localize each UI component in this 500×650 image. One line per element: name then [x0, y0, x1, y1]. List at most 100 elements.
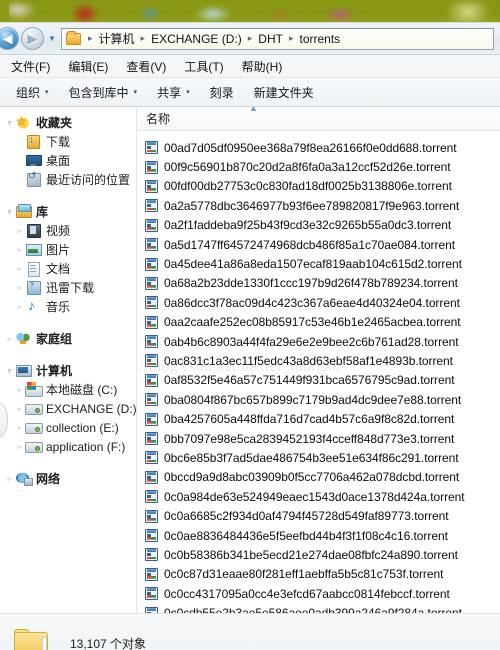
sidebar-item-favorites[interactable]: ▿ 收藏夹 — [0, 113, 137, 132]
file-row[interactable]: 0a68a2b23dde1330f1ccc197b9d26f478b789234… — [137, 274, 500, 293]
expander-closed-icon[interactable]: ▹ — [14, 443, 25, 451]
sidebar-item-label: application (F:) — [46, 439, 126, 454]
sidebar-item-computer[interactable]: ▿ 计算机 — [0, 361, 137, 380]
file-row[interactable]: 0aa2caafe252ec08b85917c53e46b1e2465acbea… — [137, 313, 500, 332]
sidebar-item-label: 最近访问的位置 — [46, 173, 131, 187]
sidebar-item-label: 桌面 — [46, 154, 71, 168]
menu-item-view[interactable]: 查看(V) — [117, 56, 175, 77]
column-header-name[interactable]: 名称 — [137, 110, 170, 127]
sidebar-item-documents[interactable]: ▹ 文档 — [0, 259, 137, 278]
file-row[interactable]: 0bc6e85b3f7ad5dae486754b3ee51e634f86c291… — [137, 448, 500, 467]
file-row[interactable]: 0ac831c1a3ec11f5edc43a8d63ebf58af1e4893b… — [137, 351, 500, 370]
sidebar-item-label: 音乐 — [46, 300, 71, 314]
file-row[interactable]: 0c0ae8836484436e5f5eefbd44b4f3f1f08c4c16… — [137, 526, 500, 545]
file-row[interactable]: 0c0c87d31eaae80f281eff1aebffa5b5c81c753f… — [137, 565, 500, 584]
toolbar-organize-button[interactable]: 组织 ▾ — [6, 81, 59, 104]
menu-item-help[interactable]: 帮助(H) — [233, 56, 292, 77]
sidebar-item-music[interactable]: ▹ 音乐 — [0, 297, 137, 316]
sidebar-item-local-disk-c[interactable]: ▹ 本地磁盘 (C:) — [0, 380, 137, 399]
toolbar-share-button[interactable]: 共享 ▾ — [147, 81, 200, 104]
history-dropdown-button[interactable]: ▼ — [46, 30, 58, 48]
breadcrumb-item-computer[interactable]: 计算机 — [98, 30, 136, 47]
sidebar-item-label: 下载 — [46, 135, 71, 149]
sidebar-item-exchange-d[interactable]: ▹ EXCHANGE (D:) — [0, 399, 137, 418]
video-icon — [25, 223, 42, 238]
file-row[interactable]: 0ba4257605a448ffda716d7cad4b57c6a9f8c82d… — [137, 409, 500, 428]
file-name: 0ab4b6c8903a44f4fa29e6e2e9bee2c6b761ad28… — [164, 334, 459, 349]
toolbar-include-in-library-button[interactable]: 包含到库中 ▾ — [59, 81, 148, 104]
file-row[interactable]: 0af8532f5e46a57c751449f931bca6576795c9ad… — [137, 371, 500, 390]
expander-closed-icon[interactable]: ▹ — [4, 335, 15, 343]
expander-closed-icon[interactable]: ▹ — [14, 246, 25, 254]
file-row[interactable]: 0c0cdb55e2b3ae5e586aee0adb399a246a9f284a… — [137, 603, 500, 613]
expander-open-icon[interactable]: ▿ — [4, 119, 15, 127]
torrent-file-icon — [145, 470, 158, 484]
expander-closed-icon[interactable]: ▹ — [14, 227, 25, 235]
sidebar-item-label: collection (E:) — [46, 420, 119, 435]
expander-open-icon[interactable]: ▿ — [4, 367, 15, 375]
forward-button[interactable]: ▶ — [21, 27, 44, 50]
file-row[interactable]: 0a86dcc3f78ac09d4c423c367a6eae4d40324e04… — [137, 293, 500, 312]
file-row[interactable]: 0a45dee41a86a8eda1507ecaf819aab104c615d2… — [137, 254, 500, 273]
file-name: 0a45dee41a86a8eda1507ecaf819aab104c615d2… — [164, 257, 462, 272]
toolbar-burn-button[interactable]: 刻录 — [200, 81, 244, 104]
file-row[interactable]: 00f9c56901b870c20d2a8f6fa0a3a12ccf52d26e… — [137, 157, 500, 176]
file-row[interactable]: 0bb7097e98e5ca2839452193f4cceff848d773e3… — [137, 429, 500, 448]
expander-closed-icon[interactable]: ▹ — [14, 424, 25, 432]
sidebar-item-videos[interactable]: ▹ 视频 — [0, 221, 137, 240]
file-row[interactable]: 0a5d1747ff64572474968dcb486f85a1c70ae084… — [137, 235, 500, 254]
sidebar-item-homegroup[interactable]: ▹ 家庭组 — [0, 329, 137, 348]
sidebar-item-desktop[interactable]: 桌面 — [0, 151, 137, 170]
torrent-file-icon — [145, 257, 158, 271]
column-header-row: 名称 ▲ — [137, 107, 500, 131]
sidebar-item-label: 图片 — [46, 243, 71, 257]
torrent-file-icon — [145, 587, 158, 601]
sidebar-item-libraries[interactable]: ▿ 库 — [0, 202, 137, 221]
sidebar-item-label: 家庭组 — [36, 332, 73, 346]
explorer-window: ◀ ▶ ▼ ▸ 计算机 ▸ EXCHANGE (D:) ▸ DHT ▸ torr… — [0, 22, 500, 650]
sidebar-item-collection-e[interactable]: ▹ collection (E:) — [0, 418, 137, 437]
menu-item-tools[interactable]: 工具(T) — [175, 56, 232, 77]
torrent-file-icon — [145, 238, 158, 252]
file-row[interactable]: 0c0a984de63e524949eaec1543d0ace1378d424a… — [137, 487, 500, 506]
file-name: 0aa2caafe252ec08b85917c53e46b1e2465acbea… — [164, 315, 461, 330]
file-row[interactable]: 0c0a6685c2f934d0af4794f45728d549faf89773… — [137, 506, 500, 525]
sidebar-item-thunder-download[interactable]: ▹ 迅雷下载 — [0, 278, 137, 297]
file-row[interactable]: 0ab4b6c8903a44f4fa29e6e2e9bee2c6b761ad28… — [137, 332, 500, 351]
sidebar-item-downloads[interactable]: 下载 — [0, 132, 137, 151]
expander-closed-icon[interactable]: ▹ — [14, 284, 25, 292]
file-row[interactable]: 0a2a5778dbc3646977b93f6ee789820817f9e963… — [137, 196, 500, 215]
sidebar-item-network[interactable]: ▹ 网络 — [0, 469, 137, 488]
breadcrumb-item-torrents[interactable]: torrents — [299, 32, 342, 46]
file-row[interactable]: 00fdf00db27753c0c830fad18df0025b3138806e… — [137, 177, 500, 196]
file-row[interactable]: 0c0cc4317095a0cc4e3efcd67aabcc0814febccf… — [137, 584, 500, 603]
command-toolbar: 组织 ▾ 包含到库中 ▾ 共享 ▾ 刻录 新建文件夹 — [0, 78, 500, 107]
breadcrumb-address-bar[interactable]: ▸ 计算机 ▸ EXCHANGE (D:) ▸ DHT ▸ torrents — [61, 27, 494, 50]
torrent-file-icon — [145, 354, 158, 368]
expander-closed-icon[interactable]: ▹ — [14, 265, 25, 273]
back-button[interactable]: ◀ — [0, 27, 19, 50]
file-row[interactable]: 0a2f1faddeba9f25b43f9cd3e32c9265b55a0dc3… — [137, 216, 500, 235]
sidebar-item-pictures[interactable]: ▹ 图片 — [0, 240, 137, 259]
toolbar-new-folder-button[interactable]: 新建文件夹 — [244, 81, 324, 104]
expander-closed-icon[interactable]: ▹ — [14, 386, 25, 394]
file-list-pane: 名称 ▲ http://blog.csdn.net/dexter_morgan … — [137, 107, 500, 613]
expander-closed-icon[interactable]: ▹ — [14, 405, 25, 413]
file-name: 0bc6e85b3f7ad5dae486754b3ee51e634f86c291… — [164, 450, 459, 465]
sidebar-item-application-f[interactable]: ▹ application (F:) — [0, 437, 137, 456]
file-row[interactable]: 00ad7d05df0950ee368a79f8ea26166f0e0dd688… — [137, 138, 500, 157]
file-row[interactable]: 0bccd9a9d8abc03909b0f5cc7706a462a078dcbd… — [137, 468, 500, 487]
menu-item-edit[interactable]: 编辑(E) — [59, 56, 117, 77]
expander-closed-icon[interactable]: ▹ — [4, 475, 15, 483]
file-row[interactable]: 0ba0804f867bc657b899c7179b9ad4dc9dee7e88… — [137, 390, 500, 409]
menu-item-file[interactable]: 文件(F) — [2, 56, 59, 77]
breadcrumb-item-dht[interactable]: DHT — [257, 32, 284, 46]
breadcrumb-item-exchange-d[interactable]: EXCHANGE (D:) — [150, 32, 243, 46]
sidebar-item-recent-places[interactable]: 最近访问的位置 — [0, 170, 137, 189]
breadcrumb-separator: ▸ — [88, 33, 93, 43]
file-rows-container: http://blog.csdn.net/dexter_morgan 00ad7… — [137, 131, 500, 613]
pictures-icon — [25, 242, 42, 257]
expander-closed-icon[interactable]: ▹ — [14, 303, 25, 311]
file-row[interactable]: 0c0b58386b341be5ecd21e274dae08fbfc24a890… — [137, 545, 500, 564]
expander-open-icon[interactable]: ▿ — [4, 208, 15, 216]
